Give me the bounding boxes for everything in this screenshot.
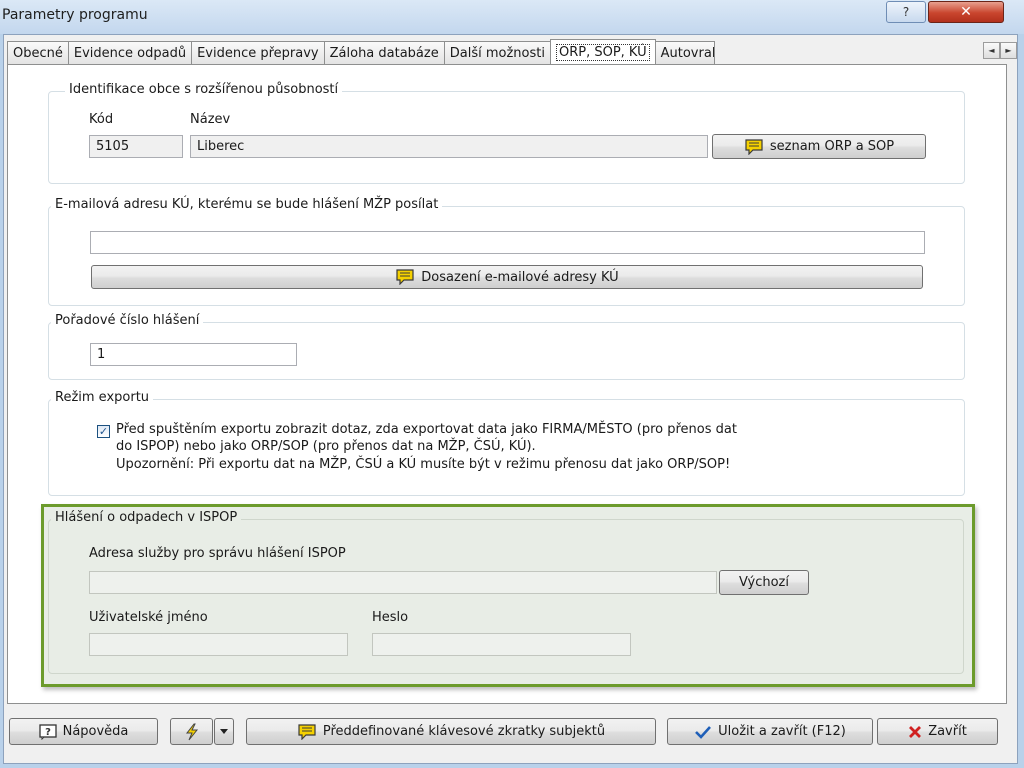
napoveda-label: Nápověda — [62, 724, 129, 739]
message-icon — [396, 269, 414, 285]
ispop-user-label: Uživatelské jméno — [89, 610, 208, 625]
ispop-group: Hlášení o odpadech v ISPOP Adresa služby… — [48, 510, 964, 674]
checkmark-icon: ✓ — [98, 425, 109, 438]
export-group-legend: Režim exportu — [51, 390, 154, 405]
shortcuts-label: Předdefinované klávesové zkratky subjekt… — [322, 724, 606, 739]
orp-group-legend: Identifikace obce s rozšířenou působnost… — [65, 82, 343, 97]
tab-orp-sop-ku-label: ORP, SOP, KÚ — [555, 43, 650, 61]
kod-field[interactable]: 5105 — [89, 135, 183, 158]
save-close-label: Uložit a zavřít (F12) — [718, 724, 846, 739]
lightning-button[interactable] — [170, 718, 213, 745]
email-field[interactable] — [90, 231, 925, 254]
tab-evidence-odpadu[interactable]: Evidence odpadů — [67, 41, 193, 64]
dropdown-arrow-icon — [220, 728, 228, 734]
vychozi-button[interactable]: Výchozí — [719, 570, 809, 595]
tab-scroll-right-icon[interactable]: ► — [1000, 42, 1017, 59]
tab-strip: Obecné Evidence odpadů Evidence přepravy… — [7, 39, 715, 65]
dialog-window: Parametry programu ? ✕ Obecné Evidence o… — [0, 0, 1024, 768]
order-number-field[interactable]: 1 — [90, 343, 297, 366]
title-bar: Parametry programu ? ✕ — [0, 0, 1024, 34]
lightning-dropdown-button[interactable] — [214, 718, 234, 745]
ispop-address-field[interactable] — [89, 571, 717, 594]
tab-autovraky[interactable]: Autovraky — [654, 41, 715, 64]
email-group-legend: E-mailová adresu KÚ, kterému se bude hlá… — [51, 197, 443, 212]
seznam-orp-label: seznam ORP a SOP — [769, 139, 895, 154]
tab-orp-sop-ku[interactable]: ORP, SOP, KÚ — [549, 39, 656, 64]
export-text-line3: Upozornění: Při exportu dat na MŽP, ČSÚ … — [116, 457, 731, 472]
ispop-highlight-frame: Hlášení o odpadech v ISPOP Adresa služby… — [41, 504, 975, 687]
napoveda-button[interactable]: ? Nápověda — [9, 718, 158, 745]
close-icon: ✕ — [960, 4, 972, 20]
kod-label: Kód — [89, 112, 114, 127]
close-button[interactable]: Zavřít — [877, 718, 998, 745]
email-group: E-mailová adresu KÚ, kterému se bude hlá… — [48, 197, 965, 306]
seznam-orp-button[interactable]: seznam ORP a SOP — [712, 134, 926, 159]
order-group-legend: Pořadové číslo hlášení — [51, 313, 204, 328]
close-title-button[interactable]: ✕ — [928, 1, 1004, 23]
save-close-button[interactable]: Uložit a zavřít (F12) — [667, 718, 873, 745]
window-title: Parametry programu — [2, 7, 148, 23]
ispop-group-legend: Hlášení o odpadech v ISPOP — [51, 510, 242, 525]
tab-obecne[interactable]: Obecné — [7, 41, 69, 64]
help-icon: ? — [38, 723, 57, 740]
message-icon — [298, 723, 316, 740]
export-group: Režim exportu ✓ Před spuštěním exportu z… — [48, 390, 965, 496]
export-prompt-checkbox[interactable]: ✓ — [97, 425, 110, 438]
ispop-user-field[interactable] — [89, 633, 348, 656]
order-group: Pořadové číslo hlášení 1 — [48, 313, 965, 380]
message-icon — [745, 138, 763, 155]
nazev-label: Název — [190, 112, 231, 127]
nazev-field[interactable]: Liberec — [190, 135, 708, 158]
checkmark-icon — [695, 725, 712, 739]
ispop-address-label: Adresa služby pro správu hlášení ISPOP — [89, 546, 346, 561]
ispop-password-label: Heslo — [372, 610, 409, 625]
tab-evidence-prepravy[interactable]: Evidence přepravy — [191, 41, 325, 64]
export-text-line2: do ISPOP) nebo jako ORP/SOP (pro přenos … — [116, 439, 536, 454]
export-text-line1: Před spuštěním exportu zobrazit dotaz, z… — [116, 422, 737, 437]
x-icon — [909, 725, 922, 738]
tab-dalsi-moznosti[interactable]: Další možnosti — [443, 41, 551, 64]
dosazeni-email-button[interactable]: Dosazení e-mailové adresy KÚ — [91, 265, 923, 289]
lightning-icon — [185, 723, 198, 740]
shortcuts-button[interactable]: Předdefinované klávesové zkratky subjekt… — [246, 718, 656, 745]
help-icon: ? — [902, 5, 910, 19]
dosazeni-email-label: Dosazení e-mailové adresy KÚ — [421, 269, 619, 285]
svg-text:?: ? — [45, 727, 51, 738]
tab-scroll-left-icon[interactable]: ◄ — [983, 42, 1000, 59]
orp-group: Identifikace obce s rozšířenou působnost… — [48, 82, 965, 184]
close-label: Zavřít — [928, 724, 967, 739]
help-title-button[interactable]: ? — [886, 1, 926, 23]
tab-zaloha-databaze[interactable]: Záloha databáze — [323, 41, 445, 64]
ispop-password-field[interactable] — [372, 633, 631, 656]
